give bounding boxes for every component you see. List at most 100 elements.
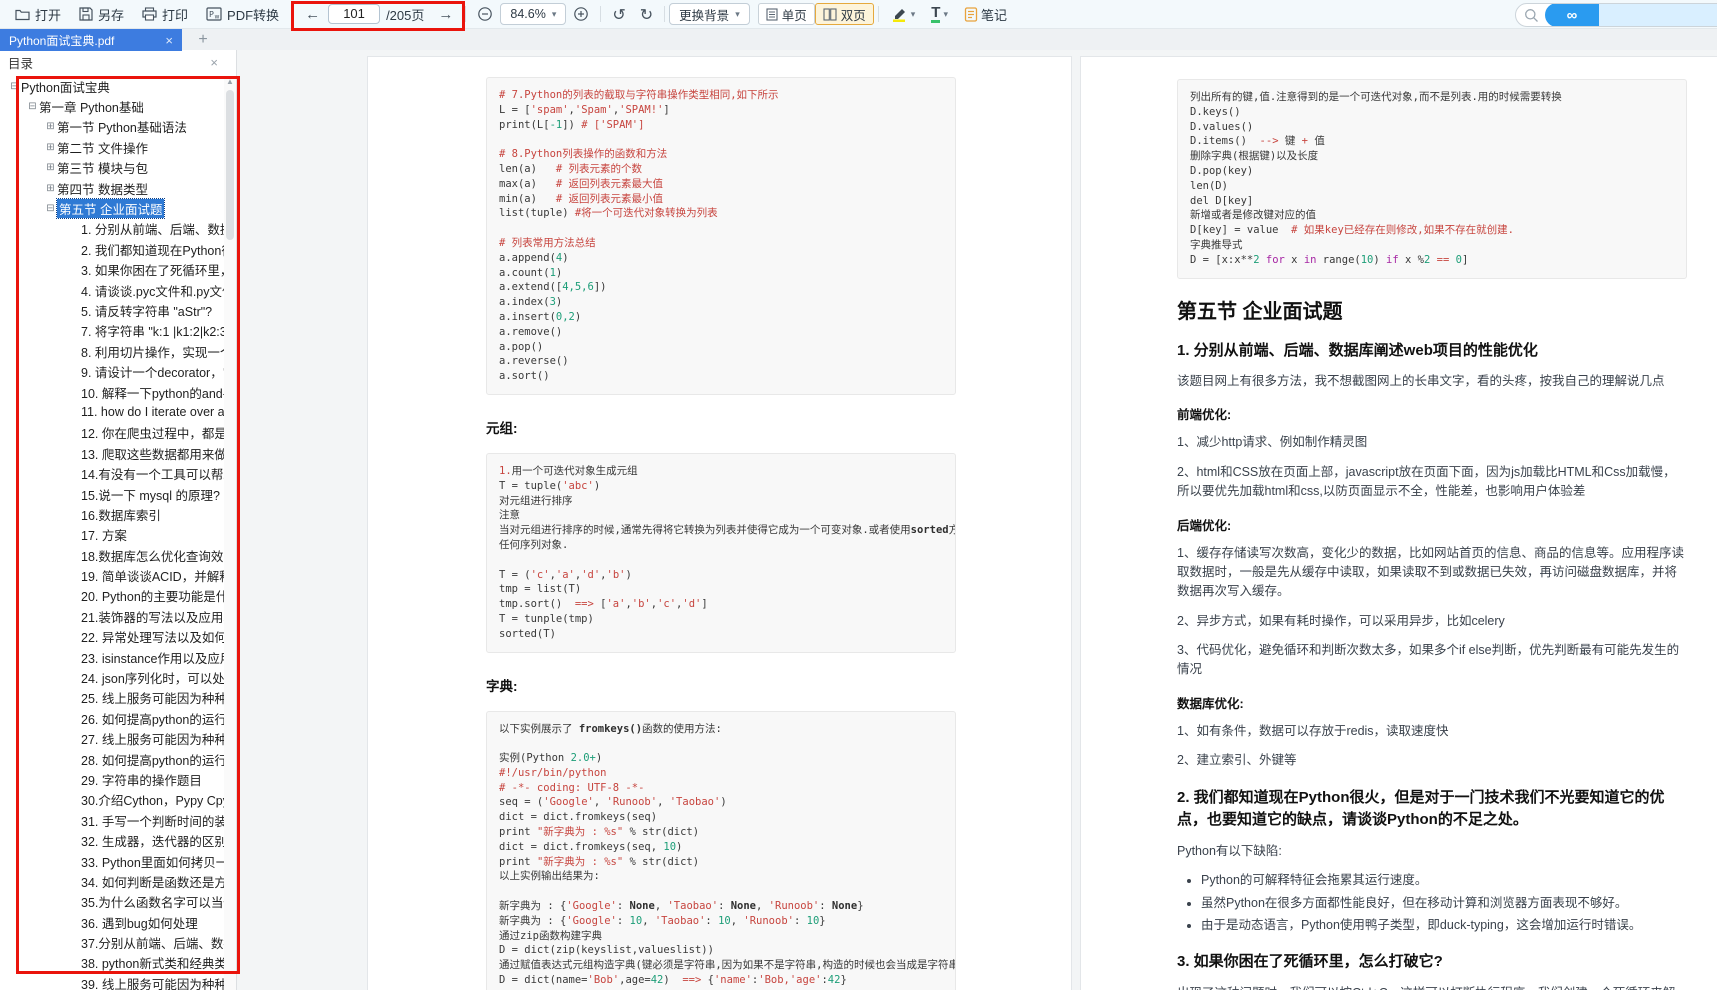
expand-icon[interactable]: ⊞ <box>44 183 57 194</box>
toc-item[interactable]: 38. python新式类和经典类的区 <box>0 953 224 973</box>
code-line: seq = ('Google', 'Runoob', 'Taobao') <box>499 795 943 810</box>
ai-assistant-button[interactable]: ∞ <box>1545 3 1599 27</box>
toc-item[interactable]: 32. 生成器，迭代器的区别? <box>0 830 224 850</box>
toc-item[interactable]: 23. isinstance作用以及应用场 <box>0 647 224 667</box>
new-tab-button[interactable]: + <box>192 29 214 51</box>
expand-icon[interactable]: ⊞ <box>44 162 57 173</box>
code-line: 以上实例输出结果为: <box>499 869 943 884</box>
toc-item[interactable]: 5. 请反转字符串 "aStr"? <box>0 300 224 320</box>
code-line: # -*- coding: UTF-8 -*- <box>499 781 943 796</box>
text-tool-button[interactable]: T ▾ <box>923 5 956 23</box>
toc-item-label: 8. 利用切片操作，实现一个trim <box>81 342 224 361</box>
toc-item[interactable]: 20. Python的主要功能是什么? <box>0 586 224 606</box>
toc-item[interactable]: ⊞第三节 模块与包 <box>0 158 224 178</box>
toc-item[interactable]: 37.分别从前端、后端、数据库 <box>0 932 224 952</box>
zoom-level-select[interactable]: 84.6% ▾ <box>500 3 566 25</box>
tab-python-interview[interactable]: Python面试宝典.pdf × <box>0 29 182 51</box>
toc-item[interactable]: ⊞第二节 文件操作 <box>0 137 224 157</box>
next-page-button[interactable]: → <box>430 6 461 23</box>
toc-item[interactable]: ⊟Python面试宝典 <box>0 76 224 96</box>
toc-item[interactable]: 8. 利用切片操作，实现一个trim <box>0 341 224 361</box>
toc-item[interactable]: 16.数据库索引 <box>0 504 224 524</box>
page-number-input[interactable]: 101 <box>328 4 380 24</box>
bold-label: 数据库优化: <box>1177 693 1687 712</box>
toc-item[interactable]: 27. 线上服务可能因为种种原因 <box>0 729 224 749</box>
toc-item[interactable]: 15.说一下 mysql 的原理? <box>0 484 224 504</box>
expand-icon[interactable]: ⊞ <box>44 142 57 153</box>
single-page-button[interactable]: 单页 <box>758 3 815 25</box>
zoom-in-button[interactable] <box>566 6 596 22</box>
search-icon <box>1524 8 1539 23</box>
zoom-in-icon <box>573 6 589 22</box>
scroll-up-icon[interactable]: ▲ <box>224 76 236 88</box>
toc-sidebar: 目录 × ⊟Python面试宝典⊟第一章 Python基础⊞第一节 Python… <box>0 50 237 990</box>
toc-item[interactable]: 18.数据库怎么优化查询效率? <box>0 545 224 565</box>
sidebar-scrollbar[interactable]: ▲ <box>224 76 236 990</box>
undo-button[interactable]: ↺ <box>605 5 632 24</box>
change-background-label: 更换背景 <box>679 5 729 24</box>
tab-close-icon[interactable]: × <box>165 33 173 48</box>
toc-item[interactable]: 4. 请谈谈.pyc文件和.py文件的 <box>0 280 224 300</box>
search-box[interactable]: ∞ <box>1515 3 1717 27</box>
toc-item[interactable]: 33. Python里面如何拷贝一个对 <box>0 851 224 871</box>
left-page-content: # 7.Python的列表的截取与字符串操作类型相同,如下所示L = ['spa… <box>486 77 956 990</box>
toc-item[interactable]: ⊞第一节 Python基础语法 <box>0 117 224 137</box>
toc-item[interactable]: 19. 简单谈谈ACID，并解释每一 <box>0 565 224 585</box>
toc-item[interactable]: ⊟第五节 企业面试题 <box>0 198 224 218</box>
toc-item[interactable]: 14.有没有一个工具可以帮助查 <box>0 463 224 483</box>
toc-item-label: 第五节 企业面试题 <box>57 199 164 218</box>
toc-item[interactable]: 3. 如果你困在了死循环里，怎么 <box>0 260 224 280</box>
code-line <box>499 132 943 147</box>
toc-close-icon[interactable]: × <box>210 55 218 70</box>
print-button[interactable]: 打印 <box>133 2 197 26</box>
toc-item[interactable]: 7. 将字符串 "k:1 |k1:2|k2:3|k3 <box>0 321 224 341</box>
toc-item-label: 23. isinstance作用以及应用场 <box>81 648 224 667</box>
toc-item[interactable]: 28. 如何提高python的运行效率 <box>0 749 224 769</box>
code-line: D.values() <box>1190 120 1674 135</box>
double-page-button[interactable]: 双页 <box>815 3 874 25</box>
toc-item[interactable]: ⊟第一章 Python基础 <box>0 96 224 116</box>
note-button[interactable]: 笔记 <box>956 5 1015 24</box>
collapse-icon[interactable]: ⊟ <box>44 203 57 214</box>
toc-item[interactable]: 2. 我们都知道现在Python很火 <box>0 239 224 259</box>
toc-item[interactable]: 29. 字符串的操作题目 <box>0 769 224 789</box>
toolbar-separator <box>600 6 601 22</box>
toc-item[interactable]: 26. 如何提高python的运行效率 <box>0 708 224 728</box>
toc-item[interactable]: 34. 如何判断是函数还是方法? <box>0 871 224 891</box>
toc-item-label: 12. 你在爬虫过程中，都是怎么 <box>81 423 224 442</box>
scrollbar-thumb[interactable] <box>226 90 234 240</box>
redo-button[interactable]: ↻ <box>633 5 660 24</box>
toc-item[interactable]: 30.介绍Cython，Pypy Cpytho <box>0 790 224 810</box>
toc-title: 目录 <box>8 53 33 72</box>
toc-item[interactable]: 39. 线上服务可能因为种种原因 <box>0 973 224 990</box>
collapse-icon[interactable]: ⊟ <box>26 101 39 112</box>
toc-item[interactable]: 35.为什么函数名字可以当做参 <box>0 892 224 912</box>
save-as-button[interactable]: 另存 <box>70 2 133 26</box>
toc-item[interactable]: 31. 手写一个判断时间的装饰器 <box>0 810 224 830</box>
collapse-icon[interactable]: ⊟ <box>8 81 21 92</box>
toc-item[interactable]: 36. 遇到bug如何处理 <box>0 912 224 932</box>
pdf-convert-button[interactable]: Pw PDF转换 <box>197 2 288 26</box>
toc-item[interactable]: 12. 你在爬虫过程中，都是怎么 <box>0 423 224 443</box>
code-line: D.items() --> 键 + 值 <box>1190 134 1674 149</box>
toc-item[interactable]: 13. 爬取这些数据都用来做什么 <box>0 443 224 463</box>
prev-page-button[interactable]: ← <box>297 6 328 23</box>
highlighter-button[interactable]: ▾ <box>883 7 924 22</box>
toc-item[interactable]: 22. 异常处理写法以及如何主动 <box>0 627 224 647</box>
code-line: 通过zip函数构建字典 <box>499 929 943 944</box>
toc-item-label: 37.分别从前端、后端、数据库 <box>81 933 224 952</box>
toc-item[interactable]: 10. 解释一下python的and-or <box>0 382 224 402</box>
toc-item[interactable]: 1. 分别从前端、后端、数据库阐 <box>0 219 224 239</box>
toc-item[interactable]: 11. how do I iterate over a s <box>0 402 224 422</box>
toc-item[interactable]: 24. json序列化时，可以处理的 <box>0 667 224 687</box>
toc-item[interactable]: 25. 线上服务可能因为种种原因 <box>0 688 224 708</box>
change-background-button[interactable]: 更换背景 ▾ <box>669 3 750 25</box>
toc-item[interactable]: 9. 请设计一个decorator，它可 <box>0 361 224 381</box>
toc-item[interactable]: 21.装饰器的写法以及应用场景 <box>0 606 224 626</box>
zoom-out-button[interactable] <box>470 6 500 22</box>
open-button[interactable]: 打开 <box>6 2 70 26</box>
expand-icon[interactable]: ⊞ <box>44 121 57 132</box>
toc-item[interactable]: 17. 方案 <box>0 525 224 545</box>
toc-item[interactable]: ⊞第四节 数据类型 <box>0 178 224 198</box>
document-viewport[interactable]: # 7.Python的列表的截取与字符串操作类型相同,如下所示L = ['spa… <box>237 50 1717 990</box>
